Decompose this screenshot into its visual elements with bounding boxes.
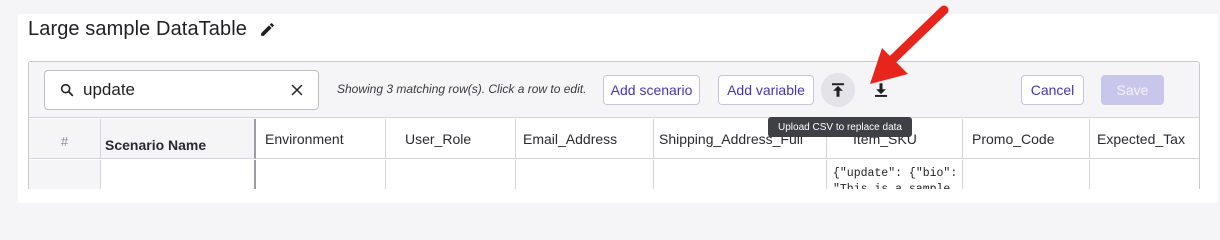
table-cell-item-sku[interactable]: {"update": {"bio": "This is a sample xyxy=(827,160,963,189)
column-header-promo-code[interactable]: Promo_Code xyxy=(963,119,1090,159)
table-cell[interactable] xyxy=(1090,160,1199,189)
edit-title-button[interactable] xyxy=(257,20,277,40)
add-variable-button[interactable]: Add variable xyxy=(718,75,814,105)
column-header-scenario-name[interactable]: Scenario Name xyxy=(101,119,256,159)
table-cell[interactable] xyxy=(654,160,827,189)
column-header-expected-tax[interactable]: Expected_Tax xyxy=(1090,119,1199,159)
edit-pencil-icon xyxy=(260,23,274,36)
table-toolbar: Showing 3 matching row(s). Click a row t… xyxy=(29,62,1199,118)
clear-icon[interactable] xyxy=(288,81,306,99)
search-icon xyxy=(60,83,74,97)
column-header-index: # xyxy=(29,119,101,159)
match-status-text: Showing 3 matching row(s). Click a row t… xyxy=(337,82,587,96)
column-header-user-role[interactable]: User_Role xyxy=(386,119,516,159)
title-row: Large sample DataTable xyxy=(28,18,277,41)
download-csv-button[interactable] xyxy=(864,73,898,107)
cancel-button[interactable]: Cancel xyxy=(1021,75,1084,105)
save-button[interactable]: Save xyxy=(1101,75,1164,105)
page-title: Large sample DataTable xyxy=(28,18,247,40)
upload-tooltip: Upload CSV to replace data xyxy=(768,117,912,137)
row-index-cell xyxy=(29,160,101,189)
cell-text: {"update": {"bio": "This is a sample xyxy=(833,167,958,189)
search-input[interactable] xyxy=(83,80,273,100)
data-table: Showing 3 matching row(s). Click a row t… xyxy=(28,61,1200,189)
table-cell[interactable] xyxy=(256,160,386,189)
upload-icon xyxy=(832,83,844,97)
column-header-email-address[interactable]: Email_Address xyxy=(516,119,654,159)
table-cell[interactable] xyxy=(101,160,256,189)
search-box xyxy=(44,70,319,110)
column-header-environment[interactable]: Environment xyxy=(256,119,386,159)
download-icon xyxy=(875,83,887,97)
table-cell[interactable] xyxy=(963,160,1090,189)
upload-csv-button[interactable] xyxy=(821,73,855,107)
table-cell[interactable] xyxy=(516,160,654,189)
table-cell[interactable] xyxy=(386,160,516,189)
add-scenario-button[interactable]: Add scenario xyxy=(603,75,700,105)
table-grid: # Scenario Name Environment User_Role Em… xyxy=(29,119,1199,189)
